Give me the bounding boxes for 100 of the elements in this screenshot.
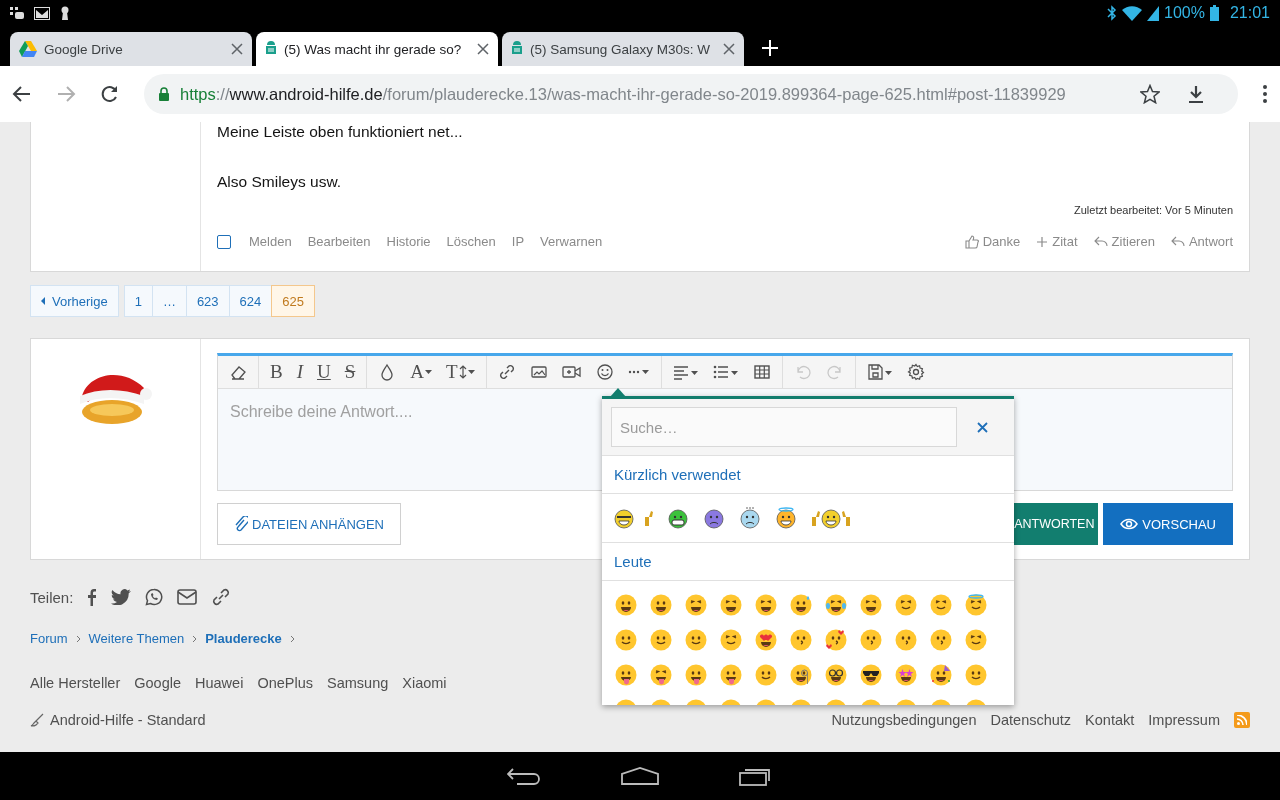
page-link[interactable]: 624 bbox=[228, 285, 273, 317]
post-action-link[interactable]: Zitieren bbox=[1111, 234, 1155, 249]
emoji-icon[interactable] bbox=[965, 664, 987, 686]
attach-files-button[interactable]: DATEIEN ANHÄNGEN bbox=[217, 503, 401, 545]
size-button[interactable]: T bbox=[439, 356, 482, 388]
page-link[interactable]: 623 bbox=[185, 285, 230, 317]
emoji-icon[interactable] bbox=[720, 664, 742, 686]
emoji-icon[interactable] bbox=[720, 594, 742, 616]
emoji-icon[interactable] bbox=[965, 629, 987, 651]
reply-field[interactable]: Schreibe deine Antwort.... bbox=[230, 403, 530, 421]
back-icon[interactable] bbox=[12, 84, 32, 104]
emoji-icon[interactable] bbox=[685, 594, 707, 616]
post-action-link[interactable]: Danke bbox=[982, 234, 1021, 249]
emoji-icon[interactable] bbox=[825, 664, 847, 686]
post-action-link[interactable]: IP bbox=[511, 234, 525, 249]
recent-apps-icon[interactable] bbox=[739, 766, 773, 786]
italic-button[interactable]: I bbox=[289, 356, 310, 388]
mail-icon[interactable] bbox=[177, 589, 198, 605]
previous-page-link[interactable]: Vorherige bbox=[30, 285, 119, 317]
breadcrumb-link[interactable]: Weitere Themen bbox=[88, 631, 185, 646]
smiley-icon[interactable] bbox=[667, 507, 689, 529]
emoji-icon[interactable] bbox=[790, 664, 812, 686]
link-icon[interactable] bbox=[211, 587, 232, 607]
smiley-icon[interactable] bbox=[613, 507, 653, 529]
emoji-icon[interactable] bbox=[755, 629, 777, 651]
manufacturer-link[interactable]: OnePlus bbox=[257, 675, 313, 691]
style-chooser-link[interactable]: Android-Hilfe - Standard bbox=[50, 712, 206, 728]
close-button[interactable] bbox=[977, 421, 988, 433]
post-action-link[interactable]: Zitat bbox=[1052, 234, 1078, 249]
post-action-link[interactable]: Verwarnen bbox=[540, 234, 603, 249]
close-icon[interactable] bbox=[231, 43, 243, 55]
emoji-icon[interactable] bbox=[860, 594, 882, 616]
browser-tab[interactable]: (5) Was macht ihr gerade so? bbox=[256, 32, 498, 66]
emoji-icon[interactable] bbox=[790, 594, 812, 616]
post-action-link[interactable]: Melden bbox=[249, 234, 292, 249]
download-icon[interactable] bbox=[1188, 85, 1204, 103]
emoji-icon[interactable] bbox=[755, 664, 777, 686]
manufacturer-link[interactable]: Samsung bbox=[327, 675, 389, 691]
emoji-icon[interactable] bbox=[825, 594, 847, 616]
emoji-icon[interactable] bbox=[615, 629, 637, 651]
emoji-icon[interactable] bbox=[790, 629, 812, 651]
emoji-icon[interactable] bbox=[650, 664, 672, 686]
emoji-icon[interactable] bbox=[895, 664, 917, 686]
facebook-icon[interactable] bbox=[87, 588, 98, 606]
manufacturer-link[interactable]: Xiaomi bbox=[402, 675, 447, 691]
smiley-icon[interactable] bbox=[703, 507, 725, 529]
address-bar[interactable]: https://www.android-hilfe.de/forum/plauderecke.13/was-macht-ihr-gerade-so-2019.899364-page-625.html#post-11839929 bbox=[144, 74, 1238, 114]
emoji-icon[interactable] bbox=[965, 594, 987, 616]
breadcrumb-link[interactable]: Forum bbox=[30, 631, 68, 646]
emoji-icon[interactable] bbox=[930, 629, 952, 651]
close-icon[interactable] bbox=[723, 43, 735, 55]
emoji-icon[interactable] bbox=[720, 629, 742, 651]
footer-link[interactable]: Nutzungsbedingungen bbox=[831, 712, 977, 728]
emoji-icon[interactable] bbox=[755, 594, 777, 616]
font-button[interactable]: A bbox=[403, 356, 440, 388]
preview-button[interactable]: VORSCHAU bbox=[1103, 503, 1233, 545]
new-tab-icon[interactable] bbox=[762, 40, 778, 56]
smiley-icon[interactable] bbox=[739, 507, 761, 529]
emoji-icon[interactable] bbox=[895, 629, 917, 651]
underline-button[interactable]: U bbox=[310, 356, 338, 388]
page-link[interactable]: 1 bbox=[123, 285, 153, 317]
search-field[interactable]: Suche… bbox=[611, 407, 957, 447]
emoji-icon[interactable] bbox=[825, 629, 847, 651]
emoji-icon[interactable] bbox=[860, 664, 882, 686]
home-icon[interactable] bbox=[621, 767, 659, 785]
emoji-icon[interactable] bbox=[650, 629, 672, 651]
footer-link[interactable]: Impressum bbox=[1148, 712, 1220, 728]
smiley-icon[interactable] bbox=[775, 507, 797, 529]
post-action-link[interactable]: Historie bbox=[386, 234, 431, 249]
emoji-icon[interactable] bbox=[615, 664, 637, 686]
strike-button[interactable]: S bbox=[337, 356, 363, 388]
chat-bubble-icon[interactable] bbox=[145, 588, 164, 606]
emoji-icon[interactable] bbox=[685, 664, 707, 686]
select-checkbox[interactable] bbox=[217, 234, 231, 249]
emoji-icon[interactable] bbox=[895, 594, 917, 616]
manufacturer-link[interactable]: Huawei bbox=[195, 675, 244, 691]
back-nav-icon[interactable] bbox=[507, 767, 541, 785]
emoji-icon[interactable] bbox=[685, 629, 707, 651]
browser-tab[interactable]: Google Drive bbox=[10, 32, 252, 66]
emoji-icon[interactable] bbox=[930, 664, 952, 686]
bold-button[interactable]: B bbox=[263, 356, 290, 388]
post-action-link[interactable]: Bearbeiten bbox=[307, 234, 371, 249]
browser-tab[interactable]: (5) Samsung Galaxy M30s: W bbox=[502, 32, 744, 66]
page-link[interactable]: … bbox=[151, 285, 187, 317]
emoji-icon[interactable] bbox=[615, 594, 637, 616]
emoji-icon[interactable] bbox=[650, 594, 672, 616]
menu-icon[interactable] bbox=[1262, 84, 1268, 104]
manufacturer-link[interactable]: Alle Hersteller bbox=[30, 675, 121, 691]
breadcrumb-link[interactable]: Plauderecke bbox=[205, 631, 282, 646]
manufacturer-link[interactable]: Google bbox=[134, 675, 181, 691]
page-link[interactable]: 625 bbox=[271, 285, 315, 317]
footer-link[interactable]: Kontakt bbox=[1085, 712, 1135, 728]
bird-icon[interactable] bbox=[111, 589, 132, 605]
emoji-icon[interactable] bbox=[860, 629, 882, 651]
reload-icon[interactable] bbox=[100, 84, 120, 104]
close-icon[interactable] bbox=[477, 43, 489, 55]
post-action-link[interactable]: Löschen bbox=[446, 234, 496, 249]
emoji-icon[interactable] bbox=[930, 594, 952, 616]
footer-link[interactable]: Datenschutz bbox=[990, 712, 1072, 728]
post-action-link[interactable]: Antwort bbox=[1188, 234, 1233, 249]
